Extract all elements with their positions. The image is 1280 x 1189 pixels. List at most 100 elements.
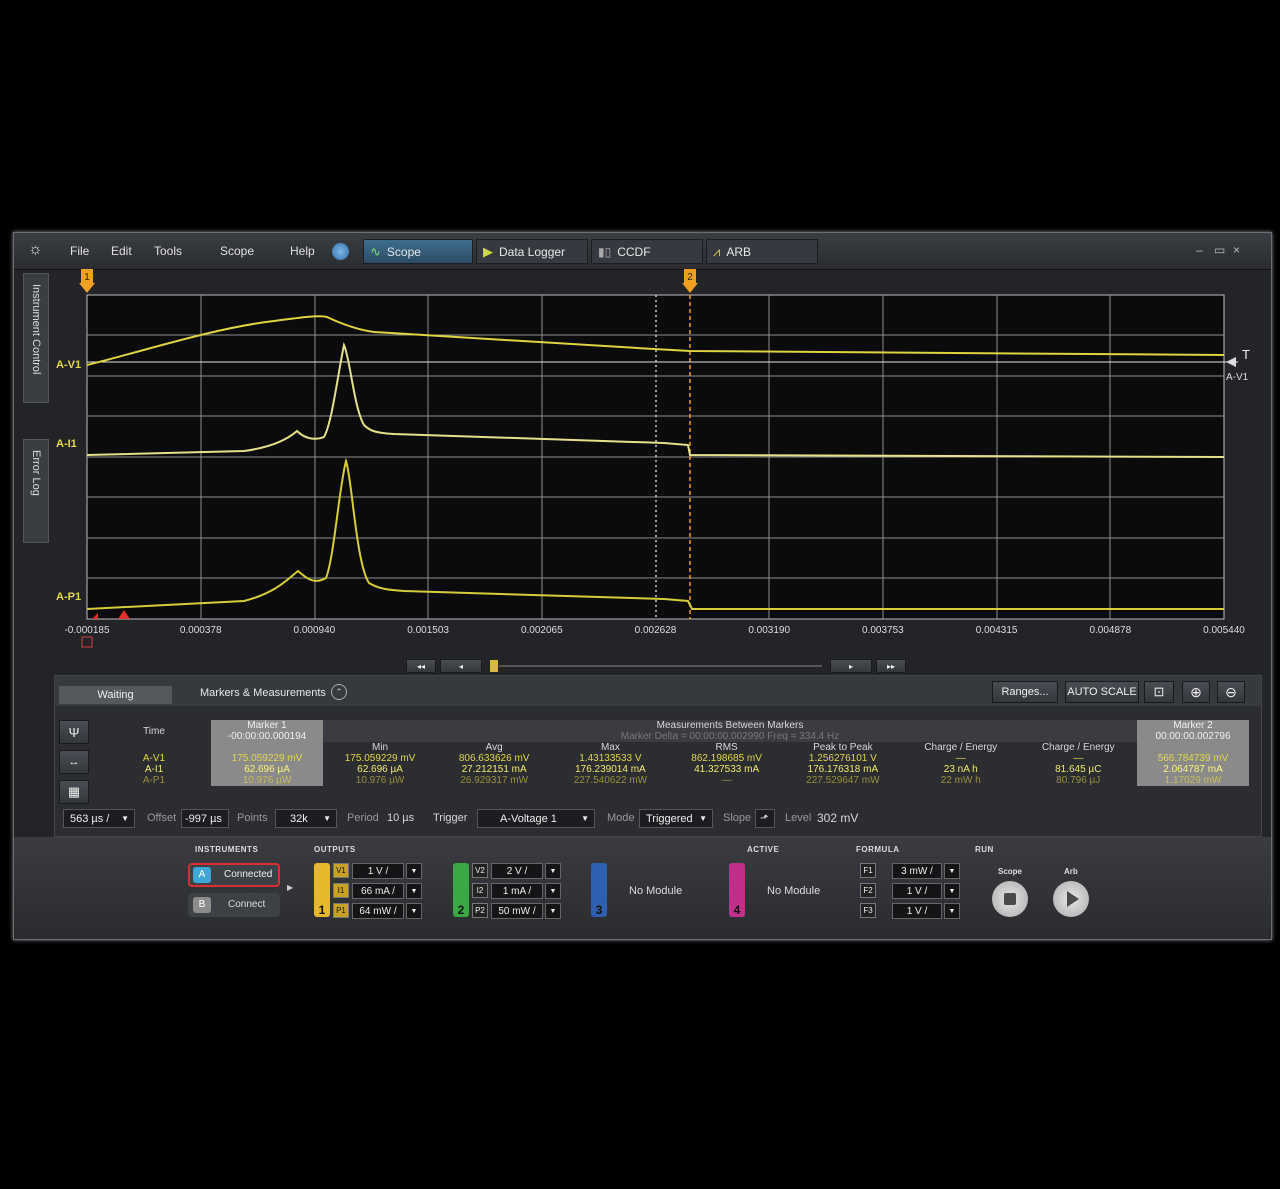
- time-scrollbar-thumb[interactable]: [490, 660, 498, 672]
- outputs-heading: OUTPUTS: [314, 845, 356, 854]
- ch2-power-scale[interactable]: 50 mW /: [491, 903, 543, 919]
- f3-scale[interactable]: 1 V /: [892, 903, 942, 919]
- expand-arrow-icon[interactable]: ▶: [287, 883, 293, 892]
- f2-dropdown-icon[interactable]: ▼: [944, 883, 960, 899]
- cell: 62.696 µA: [357, 764, 403, 775]
- nav-first-button[interactable]: ◂◂: [406, 659, 436, 673]
- zoom-in-icon[interactable]: ⊕: [1182, 681, 1210, 703]
- zoom-out-icon[interactable]: ⊖: [1217, 681, 1245, 703]
- channel-1-bar[interactable]: 1: [314, 863, 330, 917]
- ch1-power-dropdown-icon[interactable]: ▼: [406, 903, 422, 919]
- timebase-value: 563 µs /: [70, 812, 110, 825]
- marker1-time: -00:00:00.000194: [211, 731, 323, 742]
- marker-1-number: 1: [84, 272, 90, 283]
- f1-dropdown-icon[interactable]: ▼: [944, 863, 960, 879]
- x-tick-label: 0.002628: [634, 625, 677, 636]
- trigger-level-icon[interactable]: T: [1242, 347, 1250, 362]
- cell: 1.256276101 V: [808, 753, 877, 764]
- ch2-current-scale[interactable]: 1 mA /: [491, 883, 543, 899]
- row-marker2: 2.064787 mA: [1137, 764, 1249, 775]
- period-value: 10 µs: [387, 812, 415, 824]
- channel-3-bar[interactable]: 3: [591, 863, 607, 917]
- markers-measurements-label[interactable]: Markers & Measurements: [200, 687, 326, 699]
- row-marker1: 62.696 µA: [211, 764, 323, 775]
- f1-scale[interactable]: 3 mW /: [892, 863, 942, 879]
- zoom-region-icon[interactable]: ⊡: [1144, 681, 1174, 703]
- f3-dropdown-icon[interactable]: ▼: [944, 903, 960, 919]
- channel-4-bar[interactable]: 4: [729, 863, 745, 917]
- dropdown-arrow-icon: ▼: [699, 814, 707, 823]
- x-tick-label: 0.001503: [407, 625, 449, 636]
- tag-f2[interactable]: F2: [860, 883, 876, 898]
- timebase-select[interactable]: 563 µs / ▼: [63, 809, 135, 828]
- trigger-value: A-Voltage 1: [500, 812, 557, 825]
- mode-select[interactable]: Triggered ▼: [639, 809, 713, 828]
- points-select[interactable]: 32k ▼: [275, 809, 337, 828]
- scope-plot[interactable]: 1 2 T: [14, 233, 1271, 673]
- formula-heading: FORMULA: [856, 845, 900, 854]
- x-tick-label: 0.005440: [1203, 625, 1245, 636]
- channel-4-status: No Module: [767, 885, 821, 897]
- measurement-panel: Waiting Markers & Measurements ⌃ Ranges.…: [54, 675, 1262, 837]
- cell: 10.976 µW: [355, 775, 405, 786]
- level-label: Level: [785, 812, 812, 824]
- cell: 81.645 µC: [1055, 764, 1102, 775]
- tag-f3[interactable]: F3: [860, 903, 876, 918]
- tag-i2: I2: [472, 883, 488, 898]
- col-rms: RMS: [715, 742, 738, 753]
- instrument-b-button[interactable]: B Connect: [188, 893, 280, 917]
- marker-1-flag[interactable]: 1: [79, 269, 95, 293]
- tag-v1: V1: [333, 863, 349, 878]
- nav-next-button[interactable]: ▸: [830, 659, 872, 673]
- ch2-voltage-scale[interactable]: 2 V /: [491, 863, 543, 879]
- channel-label-v1: A-V1: [56, 359, 82, 371]
- auto-scale-button[interactable]: AUTO SCALE: [1065, 681, 1139, 703]
- zoom-origin-icon[interactable]: [81, 636, 93, 648]
- ch1-current-dropdown-icon[interactable]: ▼: [406, 883, 422, 899]
- ch1-voltage-dropdown-icon[interactable]: ▼: [406, 863, 422, 879]
- between-header: Measurements Between Markers: [323, 720, 1137, 731]
- ch2-current-dropdown-icon[interactable]: ▼: [545, 883, 561, 899]
- offset-value: -997 µs: [185, 812, 222, 825]
- table-header-row: Time Marker 1 Measurements Between Marke…: [97, 720, 1249, 737]
- trigger-label: Trigger: [433, 812, 468, 824]
- row-name: A-P1: [142, 775, 166, 786]
- cell: 806.633626 mV: [458, 753, 530, 764]
- collapse-icon[interactable]: ⌃: [331, 684, 347, 700]
- ch2-power-dropdown-icon[interactable]: ▼: [545, 903, 561, 919]
- nav-prev-button[interactable]: ◂: [440, 659, 482, 673]
- marker-2-flag[interactable]: 2: [682, 269, 698, 293]
- ch2-voltage-dropdown-icon[interactable]: ▼: [545, 863, 561, 879]
- ch1-voltage-scale[interactable]: 1 V /: [352, 863, 404, 879]
- offset-label: Offset: [147, 812, 177, 824]
- channel-4-number: 4: [733, 903, 741, 917]
- v1-level-arrow-icon[interactable]: [1226, 357, 1236, 367]
- trigger-select[interactable]: A-Voltage 1 ▼: [477, 809, 595, 828]
- instrument-a-button[interactable]: A Connected: [188, 863, 280, 887]
- play-icon: [1067, 891, 1079, 907]
- row-name: A-I1: [144, 764, 164, 775]
- ruler-tool-icon[interactable]: ↔: [59, 750, 89, 774]
- channel-2-bar[interactable]: 2: [453, 863, 469, 917]
- mode-label: Mode: [607, 812, 635, 824]
- ch1-power-scale[interactable]: 64 mW /: [352, 903, 404, 919]
- cell: 1.43133533 V: [579, 753, 642, 764]
- nav-last-button[interactable]: ▸▸: [876, 659, 906, 673]
- f2-scale[interactable]: 1 V /: [892, 883, 942, 899]
- row-marker2: 1.17029 mW: [1137, 775, 1249, 786]
- offset-input[interactable]: -997 µs: [181, 809, 229, 828]
- scope-stop-button[interactable]: [992, 881, 1028, 917]
- level-value[interactable]: 302 mV: [817, 811, 858, 825]
- x-tick-label: 0.000940: [293, 625, 336, 636]
- probe-tool-icon[interactable]: Ψ: [59, 720, 89, 744]
- x-tick-label: 0.004878: [1089, 625, 1132, 636]
- slope-rising-icon[interactable]: ⬏: [755, 809, 775, 828]
- tag-f1[interactable]: F1: [860, 863, 876, 878]
- table-row: A-P1 10.976 µW 10.976 µW 26.929317 mW 22…: [97, 775, 1249, 786]
- ch1-current-scale[interactable]: 66 mA /: [352, 883, 404, 899]
- x-tick-label: 0.003753: [862, 625, 904, 636]
- arb-play-button[interactable]: [1053, 881, 1089, 917]
- cell: —: [1073, 753, 1084, 764]
- grid-tool-icon[interactable]: ▦: [59, 780, 89, 804]
- ranges-button[interactable]: Ranges...: [992, 681, 1058, 703]
